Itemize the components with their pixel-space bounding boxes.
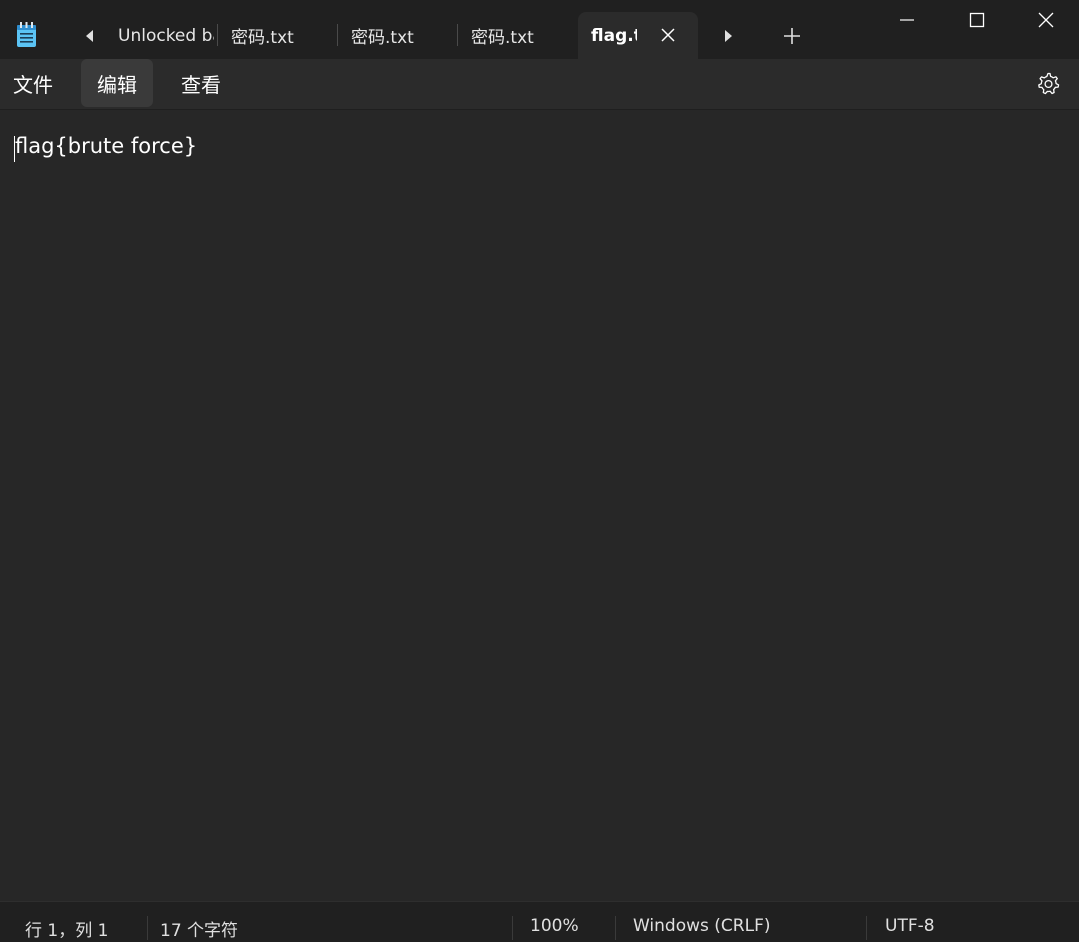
notepad-icon xyxy=(17,22,36,47)
menu-file[interactable]: 文件 xyxy=(2,59,64,107)
plus-icon[interactable] xyxy=(780,24,804,48)
tab-label: 密码.txt xyxy=(471,28,534,48)
menu-edit[interactable]: 编辑 xyxy=(81,59,153,107)
status-divider xyxy=(615,916,616,940)
minimize-button[interactable] xyxy=(872,0,942,40)
menu-view-label: 查看 xyxy=(181,72,221,97)
status-divider xyxy=(512,916,513,940)
maximize-button[interactable] xyxy=(942,0,1012,40)
menu-edit-label: 编辑 xyxy=(97,72,137,97)
title-bar: Unlocked ba 密码.txt 密码.txt 密码.txt flag.t xyxy=(0,0,1079,59)
text-editor[interactable]: flag{brute force} xyxy=(0,110,1079,901)
minimize-icon xyxy=(900,19,914,21)
close-icon xyxy=(1038,12,1053,28)
tab-unlocked[interactable]: Unlocked ba xyxy=(112,12,216,59)
tab-flag[interactable]: flag.t xyxy=(578,12,698,59)
menu-file-label: 文件 xyxy=(13,72,53,97)
tab-password-2[interactable]: 密码.txt xyxy=(338,12,456,59)
tab-password-1[interactable]: 密码.txt xyxy=(218,12,336,59)
menu-view[interactable]: 查看 xyxy=(166,59,236,107)
chevron-right-icon[interactable] xyxy=(716,24,740,48)
chevron-left-icon[interactable] xyxy=(78,24,102,48)
character-count: 17 个字符 xyxy=(160,921,239,941)
status-divider xyxy=(147,916,148,940)
editor-content[interactable]: flag{brute force} xyxy=(15,134,197,158)
tab-label: 密码.txt xyxy=(351,28,414,48)
gear-icon[interactable] xyxy=(1035,71,1061,97)
line-ending[interactable]: Windows (CRLF) xyxy=(633,916,771,936)
encoding[interactable]: UTF-8 xyxy=(885,916,935,936)
status-bar: 行 1，列 1 17 个字符 100% Windows (CRLF) UTF-8 xyxy=(0,901,1079,942)
cursor-position: 行 1，列 1 xyxy=(25,921,109,941)
zoom-level[interactable]: 100% xyxy=(530,916,579,936)
close-window-button[interactable] xyxy=(1012,0,1079,40)
status-divider xyxy=(866,916,867,940)
menu-bar: 文件 编辑 查看 xyxy=(0,59,1079,110)
maximize-icon xyxy=(969,12,985,28)
tab-label: Unlocked ba xyxy=(118,25,214,46)
close-icon[interactable] xyxy=(658,25,678,45)
tab-label: flag.t xyxy=(591,25,637,46)
tab-label: 密码.txt xyxy=(231,28,294,48)
tab-password-3[interactable]: 密码.txt xyxy=(458,12,576,59)
